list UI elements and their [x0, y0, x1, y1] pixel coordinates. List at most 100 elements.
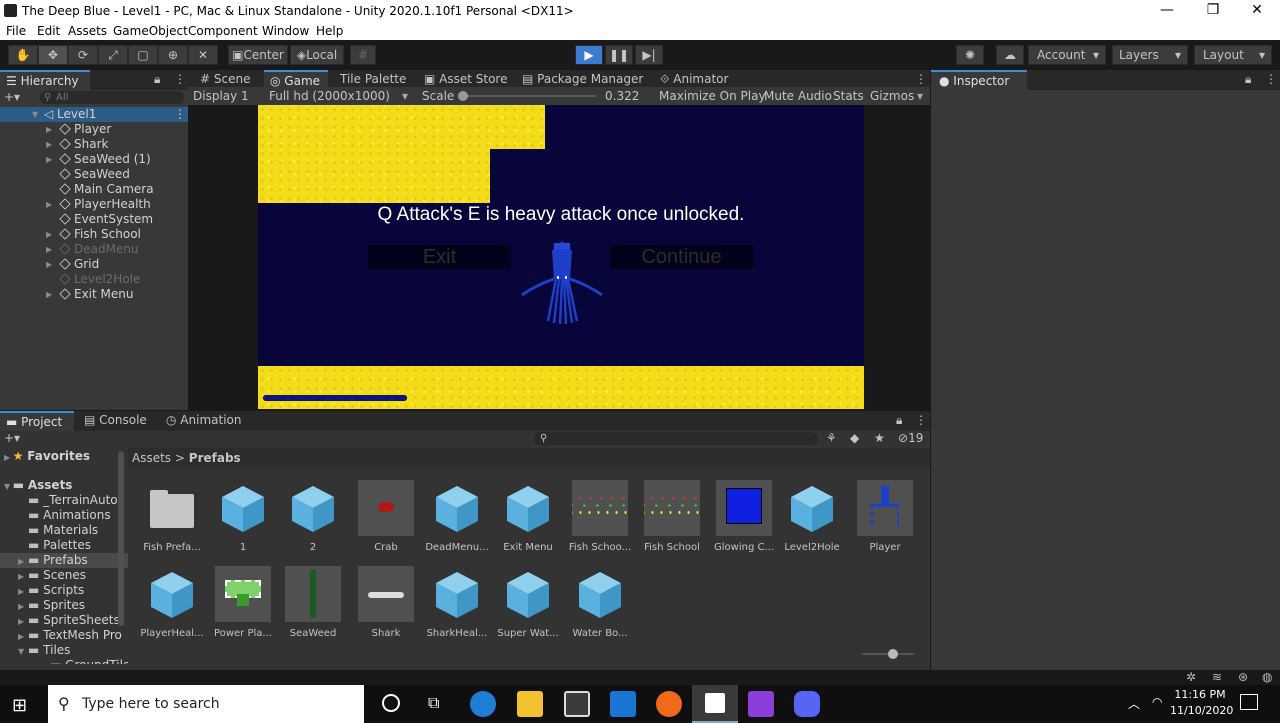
windows-start-icon[interactable]: ⊞ — [12, 695, 27, 716]
game-canvas[interactable]: Q Attack's E is heavy attack once unlock… — [258, 105, 864, 409]
cloud-icon[interactable]: ☁ — [996, 45, 1024, 65]
cortana-icon[interactable] — [382, 694, 400, 712]
tab-hierarchy[interactable]: ☰ Hierarchy — [0, 70, 90, 90]
menu-component[interactable]: Component — [188, 24, 258, 38]
hierarchy-item[interactable]: Level2Hole — [0, 272, 188, 287]
asset-item[interactable]: 2 — [277, 480, 349, 553]
project-folder-item[interactable]: ▶ ▬ Scenes — [0, 568, 128, 583]
game-viewport[interactable]: Q Attack's E is heavy attack once unlock… — [188, 105, 930, 409]
scale-tool-icon[interactable]: ⤢ — [98, 45, 128, 65]
expand-arrow-icon[interactable]: ▶ — [46, 197, 56, 212]
hierarchy-search-input[interactable]: ⚲ All — [40, 91, 184, 104]
edge-icon[interactable] — [470, 691, 496, 717]
layers-status-icon[interactable]: ≋ — [1212, 670, 1222, 684]
filter-type-icon[interactable]: ⚘ — [826, 431, 837, 445]
close-button[interactable]: ✕ — [1234, 0, 1280, 22]
expand-arrow-icon[interactable]: ▶ — [18, 554, 28, 569]
expand-arrow-icon[interactable]: ▶ — [46, 152, 56, 167]
step-button[interactable]: ▶| — [635, 45, 663, 65]
task-view-icon[interactable]: ⧉ — [428, 693, 439, 713]
asset-item[interactable]: Glowing C... — [708, 480, 780, 553]
asset-item[interactable]: Fish Prefa... — [136, 480, 208, 553]
collab-icon[interactable]: ✺ — [956, 45, 984, 65]
exit-button[interactable]: Exit — [368, 245, 511, 269]
scale-slider[interactable] — [458, 91, 596, 101]
hierarchy-item[interactable]: ▶ SeaWeed (1) — [0, 152, 188, 167]
hierarchy-item[interactable]: ▶ PlayerHealth — [0, 197, 188, 212]
asset-item[interactable]: Power Pla... — [207, 566, 279, 639]
display-dropdown[interactable]: Display 1 — [193, 89, 249, 103]
continue-button[interactable]: Continue — [610, 245, 753, 269]
hierarchy-item[interactable]: ▶ Shark — [0, 137, 188, 152]
breadcrumb-prefabs[interactable]: Prefabs — [189, 451, 241, 465]
custom-tool-icon[interactable]: ✕ — [188, 45, 218, 65]
menu-help[interactable]: Help — [316, 24, 343, 38]
expand-arrow-icon[interactable]: ▶ — [46, 242, 56, 257]
clock-date[interactable]: 11/10/2020 — [1170, 704, 1233, 717]
rotate-tool-icon[interactable]: ⟳ — [68, 45, 98, 65]
asset-item[interactable]: Fish Schoo... — [564, 480, 636, 553]
expand-arrow-icon[interactable]: ▶ — [46, 257, 56, 272]
asset-item[interactable]: Water Bo... — [564, 566, 636, 639]
pivot-local-toggle[interactable]: ◈Local — [290, 45, 344, 65]
project-folder-item[interactable]: ▬ Animations — [0, 508, 128, 523]
firefox-icon[interactable] — [656, 691, 682, 717]
clock-time[interactable]: 11:16 PM — [1170, 688, 1230, 701]
hierarchy-item[interactable]: ▶ Grid — [0, 257, 188, 272]
asset-item[interactable]: SharkHeal... — [421, 566, 493, 639]
resolution-dropdown[interactable]: Full hd (2000x1000) — [269, 89, 390, 103]
play-button[interactable]: ▶ — [575, 45, 603, 65]
scale-slider-handle[interactable] — [458, 91, 468, 101]
favorite-star-icon[interactable]: ★ — [874, 431, 885, 445]
menu-gameobject[interactable]: GameObject — [113, 24, 188, 38]
store-icon[interactable] — [564, 691, 590, 717]
hierarchy-item[interactable]: ▶ DeadMenu — [0, 242, 188, 257]
hand-tool-icon[interactable]: ✋ — [8, 45, 38, 65]
tab-console[interactable]: ▤ Console — [84, 411, 160, 431]
expand-arrow-icon[interactable]: ▶ — [46, 227, 56, 242]
rect-tool-icon[interactable]: ▢ — [128, 45, 158, 65]
scene-row-level1[interactable]: ▼ ◁ Level1 ⋮ — [0, 107, 188, 122]
expand-arrow-icon[interactable]: ▶ — [18, 629, 28, 644]
favorites-row[interactable]: ▶ ★ Favorites — [0, 449, 128, 464]
wifi-icon[interactable]: ◠ — [1152, 695, 1162, 709]
project-folder-item[interactable]: ▬ Materials — [0, 523, 128, 538]
menu-file[interactable]: File — [6, 24, 26, 38]
taskbar-search-input[interactable]: ⚲ Type here to search — [48, 685, 364, 723]
asset-item[interactable]: Super Wat... — [492, 566, 564, 639]
tab-inspector[interactable]: ● Inspector — [931, 70, 1027, 90]
hierarchy-item[interactable]: ▶ Fish School — [0, 227, 188, 242]
transform-tool-icon[interactable]: ⊕ — [158, 45, 188, 65]
expand-arrow-icon[interactable]: ▶ — [46, 137, 56, 152]
pause-button[interactable]: ❚❚ — [605, 45, 633, 65]
project-folder-item[interactable]: ▶ ▬ Scripts — [0, 583, 128, 598]
assets-root-row[interactable]: ▼ ▬ Assets — [0, 478, 128, 493]
breadcrumb-assets[interactable]: Assets — [132, 451, 171, 465]
more-options-icon[interactable]: ⋮ — [1265, 72, 1277, 86]
expand-arrow-icon[interactable]: ▶ — [46, 287, 56, 302]
account-dropdown[interactable]: Account ▾ — [1028, 45, 1106, 65]
expand-arrow-icon[interactable]: ▶ — [18, 599, 28, 614]
hierarchy-item[interactable]: SeaWeed — [0, 167, 188, 182]
expand-arrow-icon[interactable]: ▼ — [18, 644, 28, 659]
icon-size-slider-handle[interactable] — [888, 649, 898, 659]
expand-arrow-icon[interactable]: ▶ — [46, 122, 56, 137]
project-folder-item[interactable]: ▬ _TerrainAutol — [0, 493, 128, 508]
asset-item[interactable]: PlayerHeal... — [136, 566, 208, 639]
project-folder-item[interactable]: ▶ ▬ SpriteSheets — [0, 613, 128, 628]
hierarchy-item[interactable]: ▶ Player — [0, 122, 188, 137]
hierarchy-item[interactable]: EventSystem — [0, 212, 188, 227]
hierarchy-item[interactable]: Main Camera — [0, 182, 188, 197]
project-folder-item[interactable]: ▶ ▬ Sprites — [0, 598, 128, 613]
more-options-icon[interactable]: ⋮ — [915, 413, 927, 427]
expand-arrow-icon[interactable]: ▶ — [18, 569, 28, 584]
visual-studio-icon[interactable] — [748, 691, 774, 717]
filter-label-icon[interactable]: ◆ — [850, 431, 859, 445]
lighting-icon[interactable]: ◍ — [1262, 670, 1272, 684]
menu-window[interactable]: Window — [262, 24, 309, 38]
layout-dropdown[interactable]: Layout ▾ — [1194, 45, 1272, 65]
grid-snap-icon[interactable]: # — [350, 45, 376, 65]
project-folder-item[interactable]: ▶ ▬ TextMesh Pro — [0, 628, 128, 643]
lock-icon[interactable]: 🔒︎ — [1245, 72, 1251, 87]
layers-dropdown[interactable]: Layers ▾ — [1112, 45, 1188, 65]
